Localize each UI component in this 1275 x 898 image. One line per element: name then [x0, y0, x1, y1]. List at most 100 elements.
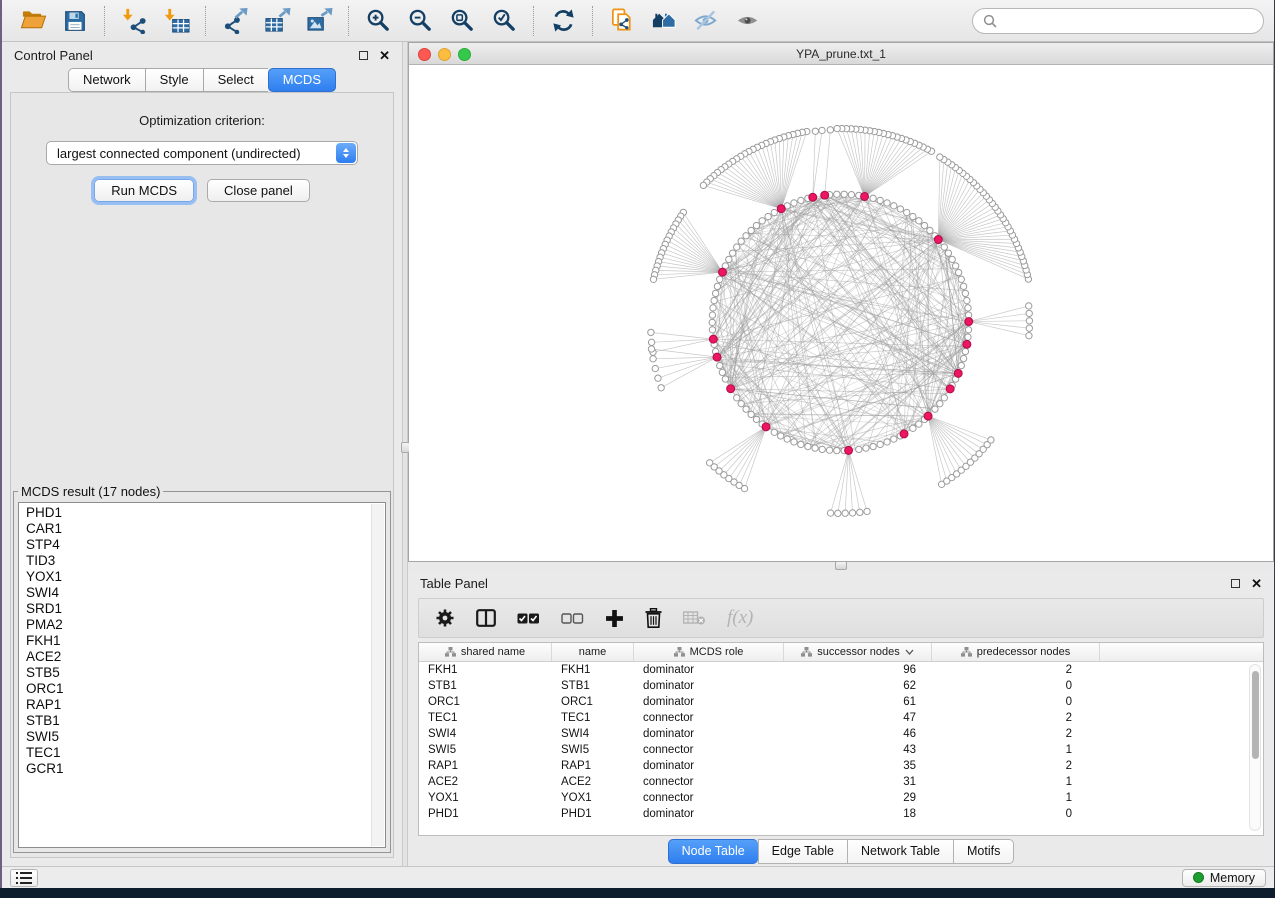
memory-button[interactable]: Memory	[1182, 869, 1266, 887]
table-splitter[interactable]	[408, 562, 1274, 570]
duplicate-network-button[interactable]	[606, 5, 638, 37]
tab-edge-table[interactable]: Edge Table	[758, 839, 847, 864]
list-item[interactable]: STB1	[26, 713, 369, 729]
tab-network-table[interactable]: Network Table	[847, 839, 953, 864]
search-input[interactable]	[1003, 13, 1253, 29]
table-row[interactable]: PHD1PHD1dominator180	[419, 806, 1263, 822]
control-panel-header: Control Panel ✕	[2, 42, 402, 68]
hide-selected-button[interactable]	[690, 5, 722, 37]
tab-select[interactable]: Select	[203, 68, 268, 92]
search-box[interactable]	[972, 8, 1264, 34]
delete-column-button[interactable]	[645, 608, 662, 628]
export-table-button[interactable]	[261, 5, 293, 37]
list-item[interactable]: PHD1	[26, 505, 369, 521]
float-panel-icon[interactable]	[1231, 579, 1240, 588]
list-item[interactable]: TID3	[26, 553, 369, 569]
panel-splitter[interactable]	[402, 42, 408, 866]
zoom-selected-button[interactable]	[488, 5, 520, 37]
table-row[interactable]: RAP1RAP1dominator352	[419, 758, 1263, 774]
list-item[interactable]: STP4	[26, 537, 369, 553]
table-cell: dominator	[634, 808, 784, 820]
table-row[interactable]: ACE2ACE2connector311	[419, 774, 1263, 790]
list-item[interactable]: ORC1	[26, 681, 369, 697]
close-panel-icon[interactable]: ✕	[1251, 577, 1262, 590]
close-panel-button[interactable]: Close panel	[207, 179, 310, 202]
import-network-button[interactable]	[118, 5, 150, 37]
scrollbar-thumb[interactable]	[1252, 671, 1259, 759]
tab-mcds[interactable]: MCDS	[268, 68, 336, 92]
zoom-out-button[interactable]	[404, 5, 436, 37]
table-cell: 2	[932, 728, 1100, 740]
zoom-in-button[interactable]	[362, 5, 394, 37]
table-row[interactable]: ORC1ORC1dominator610	[419, 694, 1263, 710]
maximize-window-button[interactable]	[458, 48, 471, 61]
list-item[interactable]: ACE2	[26, 649, 369, 665]
list-item[interactable]: SWI4	[26, 585, 369, 601]
function-builder-button[interactable]: f(x)	[727, 607, 753, 629]
table-row[interactable]: FKH1FKH1dominator962	[419, 662, 1263, 678]
run-mcds-button[interactable]: Run MCDS	[94, 179, 194, 202]
toggle-columns-button[interactable]	[476, 609, 496, 627]
column-header-successor-nodes[interactable]: successor nodes	[784, 643, 932, 661]
table-header-row: shared name name MCDS role successor nod…	[419, 643, 1263, 662]
select-all-columns-button[interactable]	[517, 613, 540, 624]
table-row[interactable]: YOX1YOX1connector291	[419, 790, 1263, 806]
tab-style[interactable]: Style	[145, 68, 203, 92]
panel-list-button[interactable]	[10, 869, 38, 887]
mcds-result-list[interactable]: PHD1CAR1STP4TID3YOX1SWI4SRD1PMA2FKH1ACE2…	[18, 502, 386, 848]
table-row[interactable]: SWI5SWI5connector431	[419, 742, 1263, 758]
table-cell: RAP1	[419, 760, 552, 772]
list-item[interactable]: SWI5	[26, 729, 369, 745]
list-item[interactable]: PMA2	[26, 617, 369, 633]
close-panel-icon[interactable]: ✕	[379, 49, 390, 62]
network-window: YPA_prune.txt_1	[408, 42, 1274, 562]
table-scrollbar[interactable]	[1249, 664, 1261, 831]
import-table-button[interactable]	[160, 5, 192, 37]
minimize-window-button[interactable]	[438, 48, 451, 61]
table-cell: STB1	[419, 680, 552, 692]
deselect-all-columns-button[interactable]	[561, 613, 584, 624]
list-item[interactable]: YOX1	[26, 569, 369, 585]
list-item[interactable]: FKH1	[26, 633, 369, 649]
list-item[interactable]: RAP1	[26, 697, 369, 713]
column-header-shared-name[interactable]: shared name	[419, 643, 552, 661]
list-item[interactable]: STB5	[26, 665, 369, 681]
close-window-button[interactable]	[418, 48, 431, 61]
open-file-button[interactable]	[17, 5, 49, 37]
column-header-mcds-role[interactable]: MCDS role	[634, 643, 784, 661]
tab-motifs[interactable]: Motifs	[953, 839, 1014, 864]
save-session-button[interactable]	[59, 5, 91, 37]
table-settings-button[interactable]	[435, 608, 455, 628]
first-neighbors-button[interactable]	[648, 5, 680, 37]
panel-title: Control Panel	[14, 48, 93, 63]
column-header-predecessor-nodes[interactable]: predecessor nodes	[932, 643, 1100, 661]
column-header-name[interactable]: name	[552, 643, 634, 661]
show-all-button[interactable]	[732, 5, 764, 37]
optimization-select[interactable]: largest connected component (undirected)	[46, 141, 358, 165]
export-image-button[interactable]	[303, 5, 335, 37]
float-panel-icon[interactable]	[359, 51, 368, 60]
list-item[interactable]: SRD1	[26, 601, 369, 617]
add-column-button[interactable]	[605, 609, 624, 628]
splitter-grip[interactable]	[835, 561, 847, 570]
list-scrollbar[interactable]	[371, 504, 384, 846]
table-row[interactable]: TEC1TEC1connector472	[419, 710, 1263, 726]
network-graph[interactable]	[409, 65, 1273, 561]
list-item[interactable]: GCR1	[26, 761, 369, 777]
table-row[interactable]: STB1STB1dominator620	[419, 678, 1263, 694]
attribute-icon	[961, 647, 972, 657]
search-icon	[983, 14, 997, 28]
export-network-button[interactable]	[219, 5, 251, 37]
import-network-icon	[121, 7, 148, 34]
list-item[interactable]: CAR1	[26, 521, 369, 537]
refresh-layout-button[interactable]	[547, 5, 579, 37]
table-row[interactable]: SWI4SWI4dominator462	[419, 726, 1263, 742]
attribute-icon	[801, 647, 812, 657]
tab-network[interactable]: Network	[68, 68, 145, 92]
tab-node-table[interactable]: Node Table	[668, 839, 758, 864]
zoom-fit-button[interactable]	[446, 5, 478, 37]
list-item[interactable]: TEC1	[26, 745, 369, 761]
table-cell: 62	[784, 680, 932, 692]
delete-table-button[interactable]	[683, 611, 706, 625]
network-canvas[interactable]	[409, 65, 1273, 561]
